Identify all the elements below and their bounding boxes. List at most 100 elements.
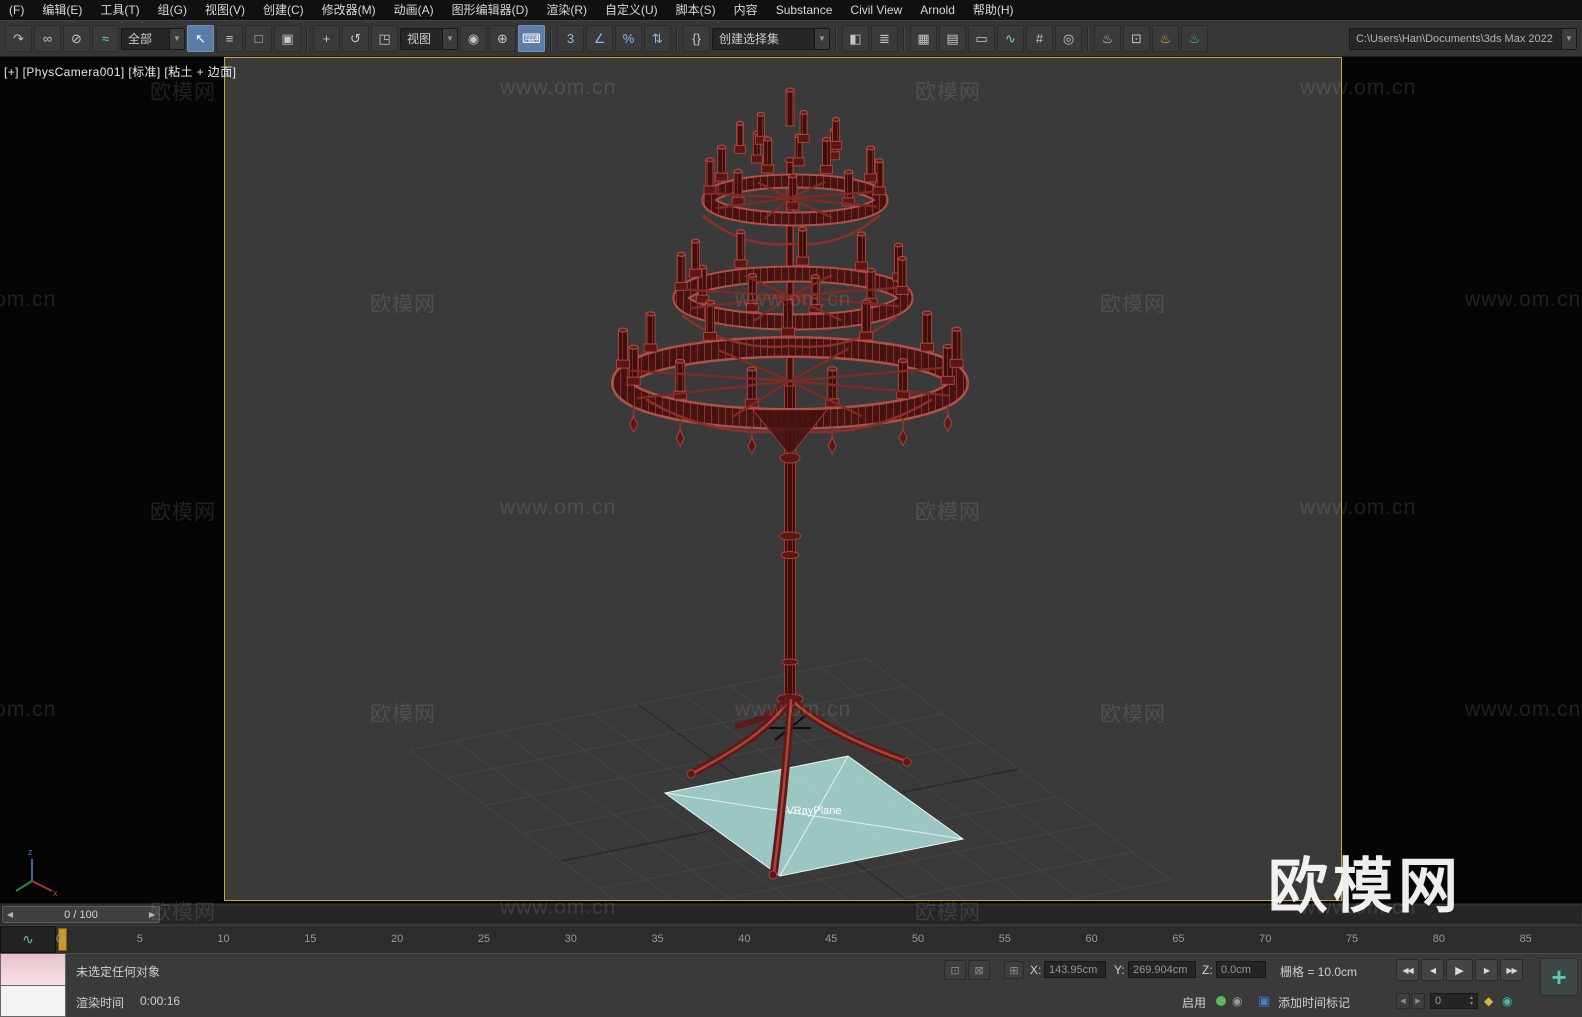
select-move-button[interactable]: +	[313, 25, 340, 52]
chevron-down-icon[interactable]: ▼	[442, 28, 457, 49]
select-object-button[interactable]: ↖	[187, 25, 214, 52]
angle-snap-button[interactable]: ∠	[586, 25, 613, 52]
maxscript-mini-listener[interactable]	[0, 986, 66, 1017]
previous-key-button[interactable]: ◀	[1396, 993, 1410, 1009]
named-sets-dropdown[interactable]: 创建选择集 ▼	[712, 27, 830, 50]
material-editor-icon: ◎	[1062, 31, 1075, 46]
menu-item[interactable]: 渲染(R)	[537, 0, 596, 20]
select-rotate-button[interactable]: ↺	[342, 25, 369, 52]
frame-tick-label: 20	[391, 933, 404, 945]
y-coord-field[interactable]: 269.904cm	[1128, 961, 1196, 978]
coord-system-dropdown[interactable]: 视图 ▼	[400, 27, 458, 50]
viewport-label[interactable]: [+] [PhysCamera001] [标准] [粘土 + 边面]	[4, 63, 236, 80]
spinner-down-icon[interactable]: ▾	[1470, 1001, 1473, 1007]
add-time-tag[interactable]: 添加时间标记	[1278, 994, 1350, 1011]
menu-item[interactable]: 修改器(M)	[313, 0, 385, 20]
use-pivot-center-button[interactable]: ◉	[460, 25, 487, 52]
menu-item[interactable]: 脚本(S)	[667, 0, 725, 20]
chevron-down-icon[interactable]: ▼	[169, 28, 184, 49]
menu-item[interactable]: Substance	[767, 0, 842, 20]
unlink-icon: ⊘	[71, 31, 82, 46]
time-slider-handle[interactable]: ◀ 0 / 100 ▶	[2, 906, 160, 923]
mini-curve-editor-button[interactable]: ∿	[0, 926, 56, 953]
menu-bar: (F) 编辑(E) 工具(T) 组(G) 视图(V) 创建(C) 修改器(M) 动画(A) 图形…	[0, 0, 1582, 20]
spinner-snap-button[interactable]: ⇅	[644, 25, 671, 52]
select-and-link-button[interactable]: ∞	[34, 25, 61, 52]
frame-ruler: 0 5 10 15 20 25 30 35 40 45 50 55 60 65 70 75 80 85	[56, 933, 1532, 945]
menu-item[interactable]: 工具(T)	[91, 0, 148, 20]
mirror-button[interactable]: ◧	[842, 25, 869, 52]
x-coord-label: X:	[1030, 963, 1042, 977]
menu-item[interactable]: 帮助(H)	[964, 0, 1023, 20]
go-to-start-button[interactable]: ◀◀	[1396, 959, 1419, 981]
previous-frame-button[interactable]: ◀	[1421, 959, 1444, 981]
menu-item[interactable]: 编辑(E)	[33, 0, 91, 20]
unlink-selection-button[interactable]: ⊘	[63, 25, 90, 52]
selection-lock-button[interactable]: ⊠	[968, 960, 990, 980]
render-iterative-button[interactable]: ♨	[1181, 25, 1208, 52]
next-frame-button[interactable]: ▶	[1475, 959, 1498, 981]
rendered-frame-button[interactable]: ⊡	[1123, 25, 1150, 52]
time-slider-track[interactable]	[1, 906, 1581, 923]
bind-to-spacewarp-button[interactable]: ≈	[92, 25, 119, 52]
select-scale-button[interactable]: ◳	[371, 25, 398, 52]
menu-item[interactable]: 创建(C)	[254, 0, 313, 20]
y-coord-label: Y:	[1114, 963, 1125, 977]
selection-region-button[interactable]: □	[245, 25, 272, 52]
menu-item[interactable]: (F)	[0, 0, 33, 20]
play-button[interactable]: ▶	[1446, 959, 1473, 981]
z-coord-field[interactable]: 0.0cm	[1216, 961, 1266, 978]
menu-item[interactable]: 视图(V)	[196, 0, 254, 20]
selection-filter-dropdown[interactable]: 全部 ▼	[121, 27, 185, 50]
chevron-down-icon[interactable]: ▼	[1561, 28, 1576, 49]
schematic-view-button[interactable]: #	[1026, 25, 1053, 52]
frame-tick-label: 30	[564, 933, 577, 945]
menu-item[interactable]: 组(G)	[149, 0, 196, 20]
project-folder-field[interactable]: C:\Users\Han\Documents\3ds Max 2022 ▼	[1349, 27, 1577, 50]
isolate-selection-button[interactable]: ⊡	[944, 960, 966, 980]
frame-spinner[interactable]: ▴ ▾	[1470, 995, 1473, 1007]
previous-frame-arrow-icon[interactable]: ◀	[3, 910, 17, 919]
key-mode-icon[interactable]: ◆	[1484, 994, 1493, 1008]
go-to-end-button[interactable]: ▶▶	[1500, 959, 1523, 981]
next-key-button[interactable]: ▶	[1411, 993, 1425, 1009]
chandelier-model[interactable]	[611, 87, 969, 880]
menu-item[interactable]: 动画(A)	[385, 0, 443, 20]
transform-typein-toggle[interactable]: ⊞	[1004, 961, 1024, 979]
next-frame-icon: ▶	[1483, 965, 1490, 975]
layer-explorer-button[interactable]: ▤	[939, 25, 966, 52]
frame-number-field[interactable]: 0 ▴ ▾	[1430, 993, 1478, 1009]
keyboard-override-button[interactable]: ⌨	[518, 25, 545, 52]
select-manipulate-button[interactable]: ⊕	[489, 25, 516, 52]
chevron-down-icon[interactable]: ▼	[814, 28, 829, 49]
camera-viewport[interactable]: VRayPlane	[224, 57, 1342, 901]
scene-explorer-button[interactable]: ▦	[910, 25, 937, 52]
menu-item[interactable]: Arnold	[911, 0, 964, 20]
window-crossing-button[interactable]: ▣	[274, 25, 301, 52]
mute-toggle-icon[interactable]: ◉	[1232, 994, 1242, 1008]
curve-editor-button[interactable]: ∿	[997, 25, 1024, 52]
time-config-icon[interactable]: ◉	[1502, 994, 1512, 1008]
scene-explorer-icon: ▦	[917, 31, 930, 46]
menu-item[interactable]: 图形编辑器(D)	[443, 0, 538, 20]
align-button[interactable]: ≣	[871, 25, 898, 52]
render-production-button[interactable]: ♨	[1152, 25, 1179, 52]
next-frame-arrow-icon[interactable]: ▶	[145, 910, 159, 919]
maxscript-mini-listener-macro[interactable]	[0, 954, 66, 986]
menu-item[interactable]: Civil View	[841, 0, 911, 20]
percent-snap-button[interactable]: %	[615, 25, 642, 52]
axis-z-label: z	[28, 847, 33, 857]
redo-button[interactable]: ↷	[5, 25, 32, 52]
pan-view-button[interactable]: +	[1540, 958, 1578, 996]
snap-3d-button[interactable]: 3	[557, 25, 584, 52]
x-coord-field[interactable]: 143.95cm	[1044, 961, 1106, 978]
select-by-name-button[interactable]: ≡	[216, 25, 243, 52]
menu-item[interactable]: 自定义(U)	[596, 0, 667, 20]
ribbon-toggle-button[interactable]: ▭	[968, 25, 995, 52]
edit-selection-sets-button[interactable]: {}	[683, 25, 710, 52]
render-setup-button[interactable]: ♨	[1094, 25, 1121, 52]
enable-green-dot[interactable]	[1216, 996, 1226, 1006]
material-editor-button[interactable]: ◎	[1055, 25, 1082, 52]
menu-item[interactable]: 内容	[725, 0, 767, 20]
vray-plane[interactable]: VRayPlane	[663, 755, 965, 877]
